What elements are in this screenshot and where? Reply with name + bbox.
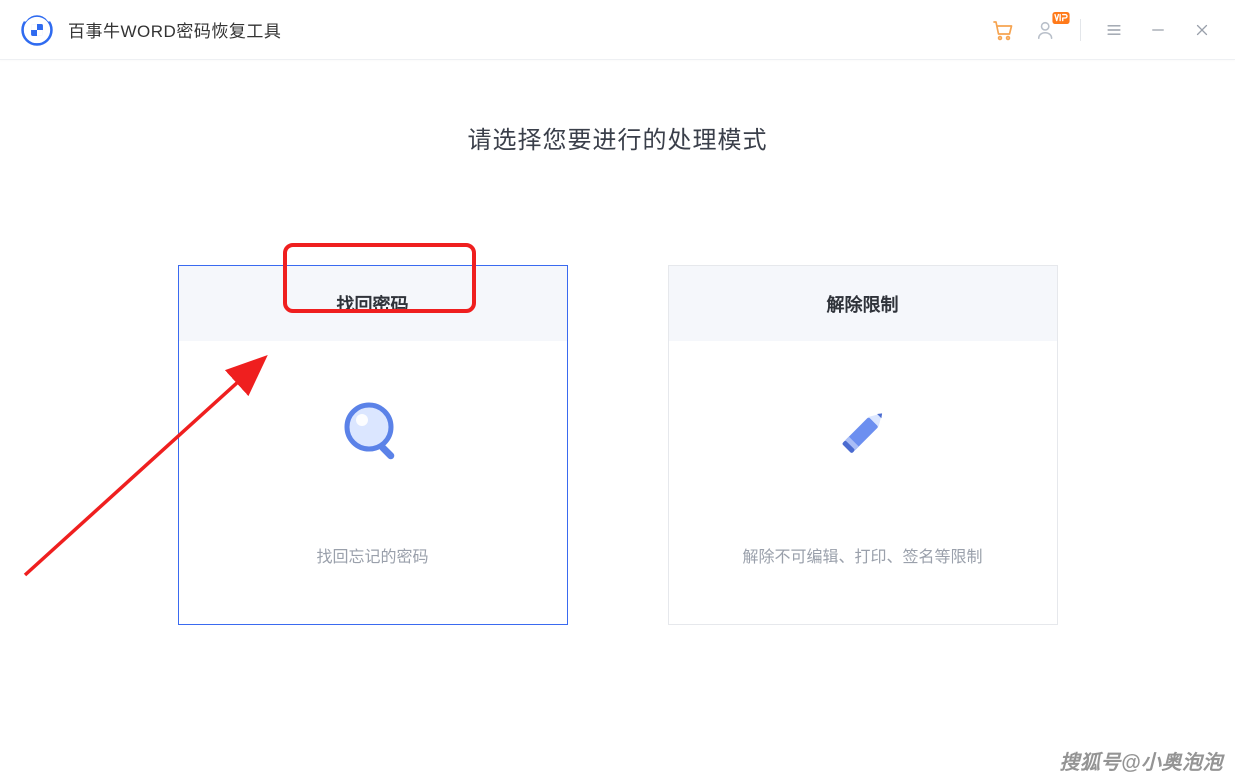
- app-title: 百事牛WORD密码恢复工具: [68, 17, 281, 42]
- cart-icon[interactable]: [990, 17, 1016, 43]
- card-title: 解除限制: [827, 291, 899, 317]
- app-logo-icon: [20, 13, 54, 47]
- mode-cards: 找回密码 找回忘记的密码 解除限制: [0, 265, 1235, 625]
- card-header: 解除限制: [669, 266, 1057, 341]
- titlebar-divider: [1080, 19, 1081, 41]
- card-header: 找回密码: [179, 266, 567, 341]
- watermark-text: 搜狐号@小奥泡泡: [1059, 746, 1223, 775]
- minimize-icon[interactable]: [1145, 17, 1171, 43]
- card-recover-password[interactable]: 找回密码 找回忘记的密码: [178, 265, 568, 625]
- close-icon[interactable]: [1189, 17, 1215, 43]
- magnifier-icon: [341, 399, 405, 463]
- card-remove-restriction[interactable]: 解除限制 解除不可编辑、打印、签名等限制: [668, 265, 1058, 625]
- page-heading: 请选择您要进行的处理模式: [0, 120, 1235, 155]
- titlebar: 百事牛WORD密码恢复工具: [0, 0, 1235, 60]
- main-content: 请选择您要进行的处理模式 找回密码 找回忘记的密码: [0, 60, 1235, 625]
- card-body: 找回忘记的密码: [179, 341, 567, 624]
- vip-badge-icon: [1052, 12, 1070, 24]
- titlebar-left: 百事牛WORD密码恢复工具: [20, 13, 281, 47]
- account-icon[interactable]: [1034, 17, 1060, 43]
- card-title: 找回密码: [337, 291, 409, 317]
- card-desc: 解除不可编辑、打印、签名等限制: [742, 543, 982, 567]
- card-desc: 找回忘记的密码: [316, 543, 428, 567]
- card-body: 解除不可编辑、打印、签名等限制: [669, 341, 1057, 624]
- pencil-icon: [831, 399, 895, 463]
- titlebar-right: [990, 17, 1215, 43]
- menu-icon[interactable]: [1101, 17, 1127, 43]
